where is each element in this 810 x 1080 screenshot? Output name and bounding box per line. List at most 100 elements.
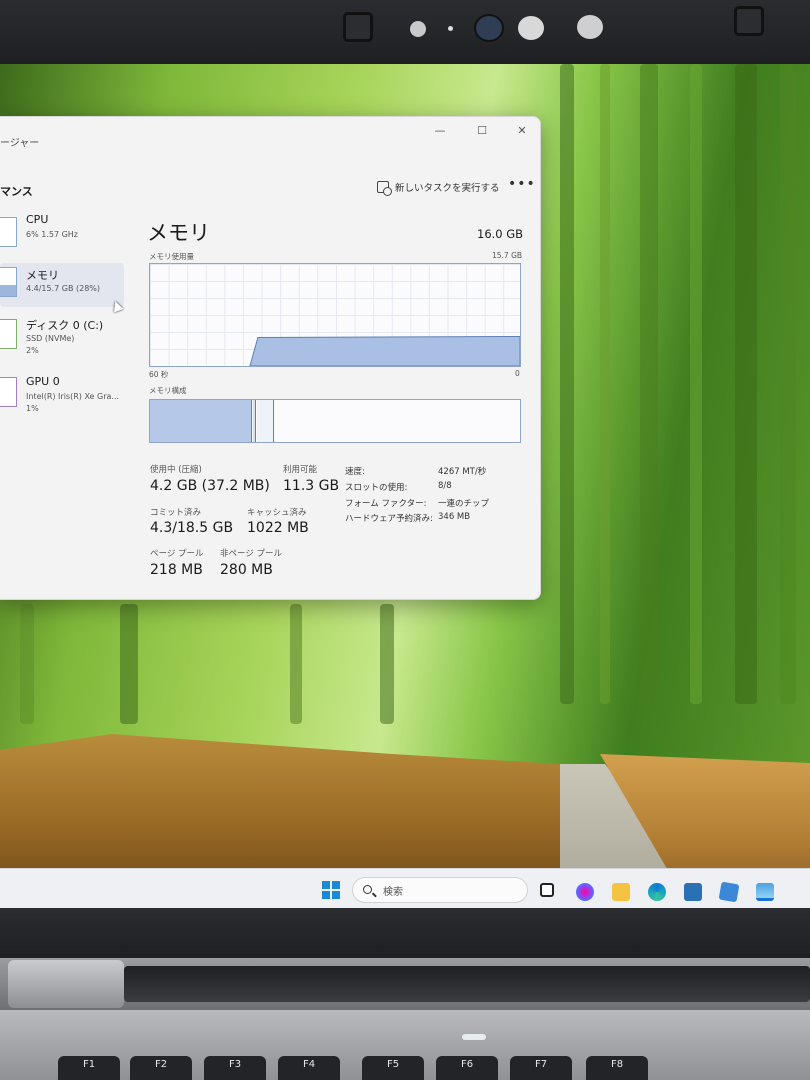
maximize-button[interactable]: ☐: [468, 120, 496, 142]
cached-value: 1022 MB: [247, 520, 309, 536]
f2-key[interactable]: F2: [130, 1056, 192, 1080]
task-manager-window: ージャー — ☐ ✕ マンス 新しいタスクを実行する ••• CPU 6% 1.…: [0, 116, 541, 600]
f1-key[interactable]: F1: [58, 1056, 120, 1080]
cached-label: キャッシュ済み: [247, 508, 307, 518]
composition-label: メモリ構成: [149, 386, 187, 395]
slots-label: スロットの使用:: [345, 483, 408, 493]
bamboo-stalk: [735, 64, 757, 704]
edge-browser-icon[interactable]: [648, 883, 666, 901]
sensor-icon: [577, 15, 603, 39]
paged-pool-value: 218 MB: [150, 562, 203, 578]
f5-key[interactable]: F5: [362, 1056, 424, 1080]
hardware-reserved-label: ハードウェア予約済み:: [345, 514, 433, 524]
bamboo-stalk: [380, 604, 394, 724]
form-factor-label: フォーム ファクター:: [345, 499, 427, 509]
file-explorer-icon[interactable]: [612, 883, 630, 901]
section-title: マンス: [0, 185, 33, 198]
sidebar-item-usage: 1%: [26, 404, 39, 413]
bamboo-stalk: [640, 64, 658, 704]
memory-composition-bar: [149, 399, 521, 443]
sidebar-item-label: メモリ: [26, 269, 59, 282]
close-button[interactable]: ✕: [508, 120, 536, 142]
run-new-task-label: 新しいタスクを実行する: [395, 183, 500, 194]
in-use-label: 使用中 (圧縮): [150, 465, 202, 475]
sidebar-item-label: ディスク 0 (C:): [26, 319, 104, 332]
copilot-icon[interactable]: [576, 883, 594, 901]
run-task-icon: [377, 181, 392, 196]
store-icon[interactable]: [684, 883, 702, 901]
gpu-thumbnail: [0, 377, 17, 407]
bamboo-stalk: [20, 604, 34, 724]
taskbar-search-input[interactable]: 検索: [352, 877, 528, 903]
sidebar-item-gpu[interactable]: GPU 0 Intel(R) Iris(R) Xe Gra... 1%: [0, 373, 124, 421]
usage-graph-svg: [249, 335, 520, 366]
laptop-bezel-top: [0, 0, 810, 68]
ir-camera-icon: [518, 16, 544, 40]
title-bar: ージャー — ☐ ✕: [0, 117, 540, 149]
f6-key[interactable]: F6: [436, 1056, 498, 1080]
search-icon: [363, 885, 372, 894]
f3-key[interactable]: F3: [204, 1056, 266, 1080]
outlook-icon[interactable]: [718, 881, 740, 903]
bezel-bracket-icon: [734, 6, 764, 36]
toolbar: マンス 新しいタスクを実行する •••: [0, 171, 540, 203]
run-new-task-button[interactable]: 新しいタスクを実行する: [377, 180, 500, 196]
speed-label: 速度:: [345, 467, 365, 477]
f8-key[interactable]: F8: [586, 1056, 648, 1080]
usage-graph-max: 15.7 GB: [492, 251, 523, 260]
taskbar: 検索: [0, 868, 810, 908]
hinge-cap: [8, 960, 124, 1008]
minimize-button[interactable]: —: [426, 120, 454, 142]
sidebar-item-disk[interactable]: ディスク 0 (C:) SSD (NVMe) 2%: [0, 315, 124, 363]
cpu-thumbnail: [0, 217, 17, 247]
in-use-value: 4.2 GB (37.2 MB): [150, 478, 270, 494]
task-manager-taskbar-icon[interactable]: [756, 883, 774, 901]
more-options-button[interactable]: •••: [508, 176, 536, 192]
form-factor-value: 一連のチップ: [438, 499, 490, 509]
sidebar-item-detail: SSD (NVMe): [26, 334, 75, 343]
sidebar-item-detail: 6% 1.57 GHz: [26, 230, 79, 239]
f4-key[interactable]: F4: [278, 1056, 340, 1080]
bamboo-stalk: [690, 64, 702, 704]
sidebar-item-cpu[interactable]: CPU 6% 1.57 GHz: [0, 213, 124, 257]
memory-thumbnail: [0, 267, 17, 297]
privacy-shutter-icon: [343, 12, 373, 42]
search-placeholder: 検索: [383, 887, 403, 898]
f7-key[interactable]: F7: [510, 1056, 572, 1080]
memory-usage-graph: [149, 263, 521, 367]
hardware-reserved-value: 346 MB: [438, 512, 471, 522]
sidebar-item-usage: 2%: [26, 346, 39, 355]
slots-value: 8/8: [438, 481, 452, 491]
graph-axis-left: 60 秒: [149, 370, 169, 379]
sidebar-item-label: GPU 0: [26, 375, 60, 388]
available-value: 11.3 GB: [283, 478, 340, 494]
led-icon: [448, 26, 453, 31]
sidebar-item-detail: Intel(R) Iris(R) Xe Gra...: [26, 392, 120, 401]
composition-standby: [257, 400, 274, 442]
bamboo-stalk: [600, 64, 610, 704]
window-title: ージャー: [0, 138, 40, 149]
usage-graph-label: メモリ使用量: [149, 252, 194, 261]
ir-sensor-icon: [410, 21, 426, 37]
bamboo-stalk: [290, 604, 302, 724]
sidebar-item-memory[interactable]: メモリ 4.4/15.7 GB (28%): [0, 263, 124, 307]
disk-thumbnail: [0, 319, 17, 349]
start-button[interactable]: [322, 881, 340, 899]
bamboo-stalk: [560, 64, 574, 704]
usage-area: [249, 335, 520, 366]
windows-logo-icon: [332, 891, 340, 899]
composition-in-use: [150, 400, 252, 442]
committed-label: コミット済み: [150, 508, 202, 518]
nonpaged-pool-label: 非ページ プール: [220, 549, 283, 559]
windows-logo-icon: [332, 881, 340, 889]
memory-total: 16.0 GB: [477, 227, 524, 241]
speed-value: 4267 MT/秒: [438, 467, 487, 477]
task-view-icon[interactable]: [540, 883, 554, 897]
graph-axis-right: 0: [515, 369, 520, 378]
webcam-icon: [474, 14, 504, 42]
sidebar-item-detail: 4.4/15.7 GB (28%): [26, 284, 101, 293]
paged-pool-label: ページ プール: [150, 549, 204, 559]
nonpaged-pool-value: 280 MB: [220, 562, 273, 578]
bamboo-stalk: [120, 604, 138, 724]
page-title: メモリ: [147, 221, 210, 245]
